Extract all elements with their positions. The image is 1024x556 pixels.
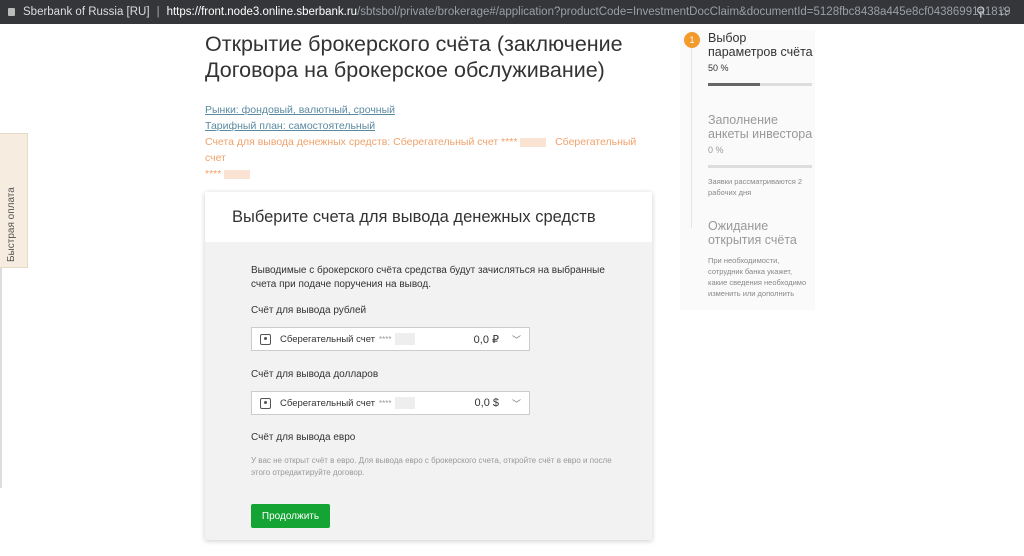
step-note: Заявки рассматриваются 2 рабочих дня [708,177,803,197]
separator: | [156,6,160,18]
step-number: 1 [684,32,700,48]
zoom-icon[interactable]: ⚲ [976,4,986,20]
account-stars: **** [379,398,392,408]
step-title: Заполнение анкеты инвестора [708,113,813,141]
accounts-stars: **** [205,168,222,180]
account-balance: 0,0 $ [474,397,499,409]
chevron-down-icon: ﹀ [511,398,521,409]
step-percent: 50 % [708,63,729,73]
tariff-link[interactable]: Тарифный план: самостоятельный [205,118,655,134]
withdrawal-accounts: Счета для вывода денежных средств: Сбере… [205,134,655,182]
star-icon[interactable]: ☆ [998,4,1010,20]
continue-button[interactable]: Продолжить [251,504,330,528]
chevron-down-icon: ﹀ [511,334,521,345]
withdrawal-accounts-card: Выберите счета для вывода денежных средс… [205,192,652,540]
account-name: Сберегательный счет [280,397,376,409]
eur-note: У вас не открыт счёт в евро. Для вывода … [251,456,612,477]
account-stars: **** [379,334,392,344]
usd-label: Счёт для вывода долларов [251,369,379,380]
step-1: Выбор параметров счёта 50 % [708,31,813,86]
card-description: Выводимые с брокерского счёта средства б… [251,265,605,290]
step-note: При необходимости, сотрудник банка укаже… [708,256,807,298]
step-progress-bar [708,83,812,86]
step-2: Заполнение анкеты инвестора 0 % Заявки р… [708,113,813,198]
safe-icon [260,333,271,345]
site-identity[interactable]: Sberbank of Russia [RU] [23,6,150,18]
url-host[interactable]: https://front.node3.online.sberbank.ru [167,6,358,18]
url-path[interactable]: /sbtsbol/private/brokerage#/application?… [357,6,1010,18]
usd-account-select[interactable]: Сберегательный счет **** 0,0 $ ﹀ [251,391,530,415]
rub-label: Счёт для вывода рублей [251,305,367,316]
step-title: Ожидание открытия счёта [708,219,797,247]
quick-pay-tab[interactable]: Быстрая оплата [0,133,28,268]
progress-steps: 1 Выбор параметров счёта 50 % Заполнение… [680,30,815,310]
quick-pay-label: Быстрая оплата [6,187,17,262]
browser-address-bar[interactable]: Sberbank of Russia [RU] | https://front.… [0,0,1024,24]
step-3: Ожидание открытия счёта При необходимост… [708,219,813,299]
page-title: Открытие брокерского счёта (заключение Д… [205,32,623,82]
lock-icon [8,8,15,16]
accounts-text: Счета для вывода денежных средств: Сбере… [205,136,518,148]
markets-link[interactable]: Рынки: фондовый, валютный, срочный [205,102,655,118]
safe-icon [260,397,271,409]
account-balance: 0,0 ₽ [473,333,499,346]
eur-label: Счёт для вывода евро [251,432,356,443]
step-title: Выбор параметров счёта [708,31,813,59]
step-progress-bar [708,165,812,168]
rub-account-select[interactable]: Сберегательный счет **** 0,0 ₽ ﹀ [251,327,530,351]
account-name: Сберегательный счет [280,333,376,345]
card-title: Выберите счета для вывода денежных средс… [205,192,652,242]
divider [0,268,2,488]
step-percent: 0 % [708,145,724,155]
